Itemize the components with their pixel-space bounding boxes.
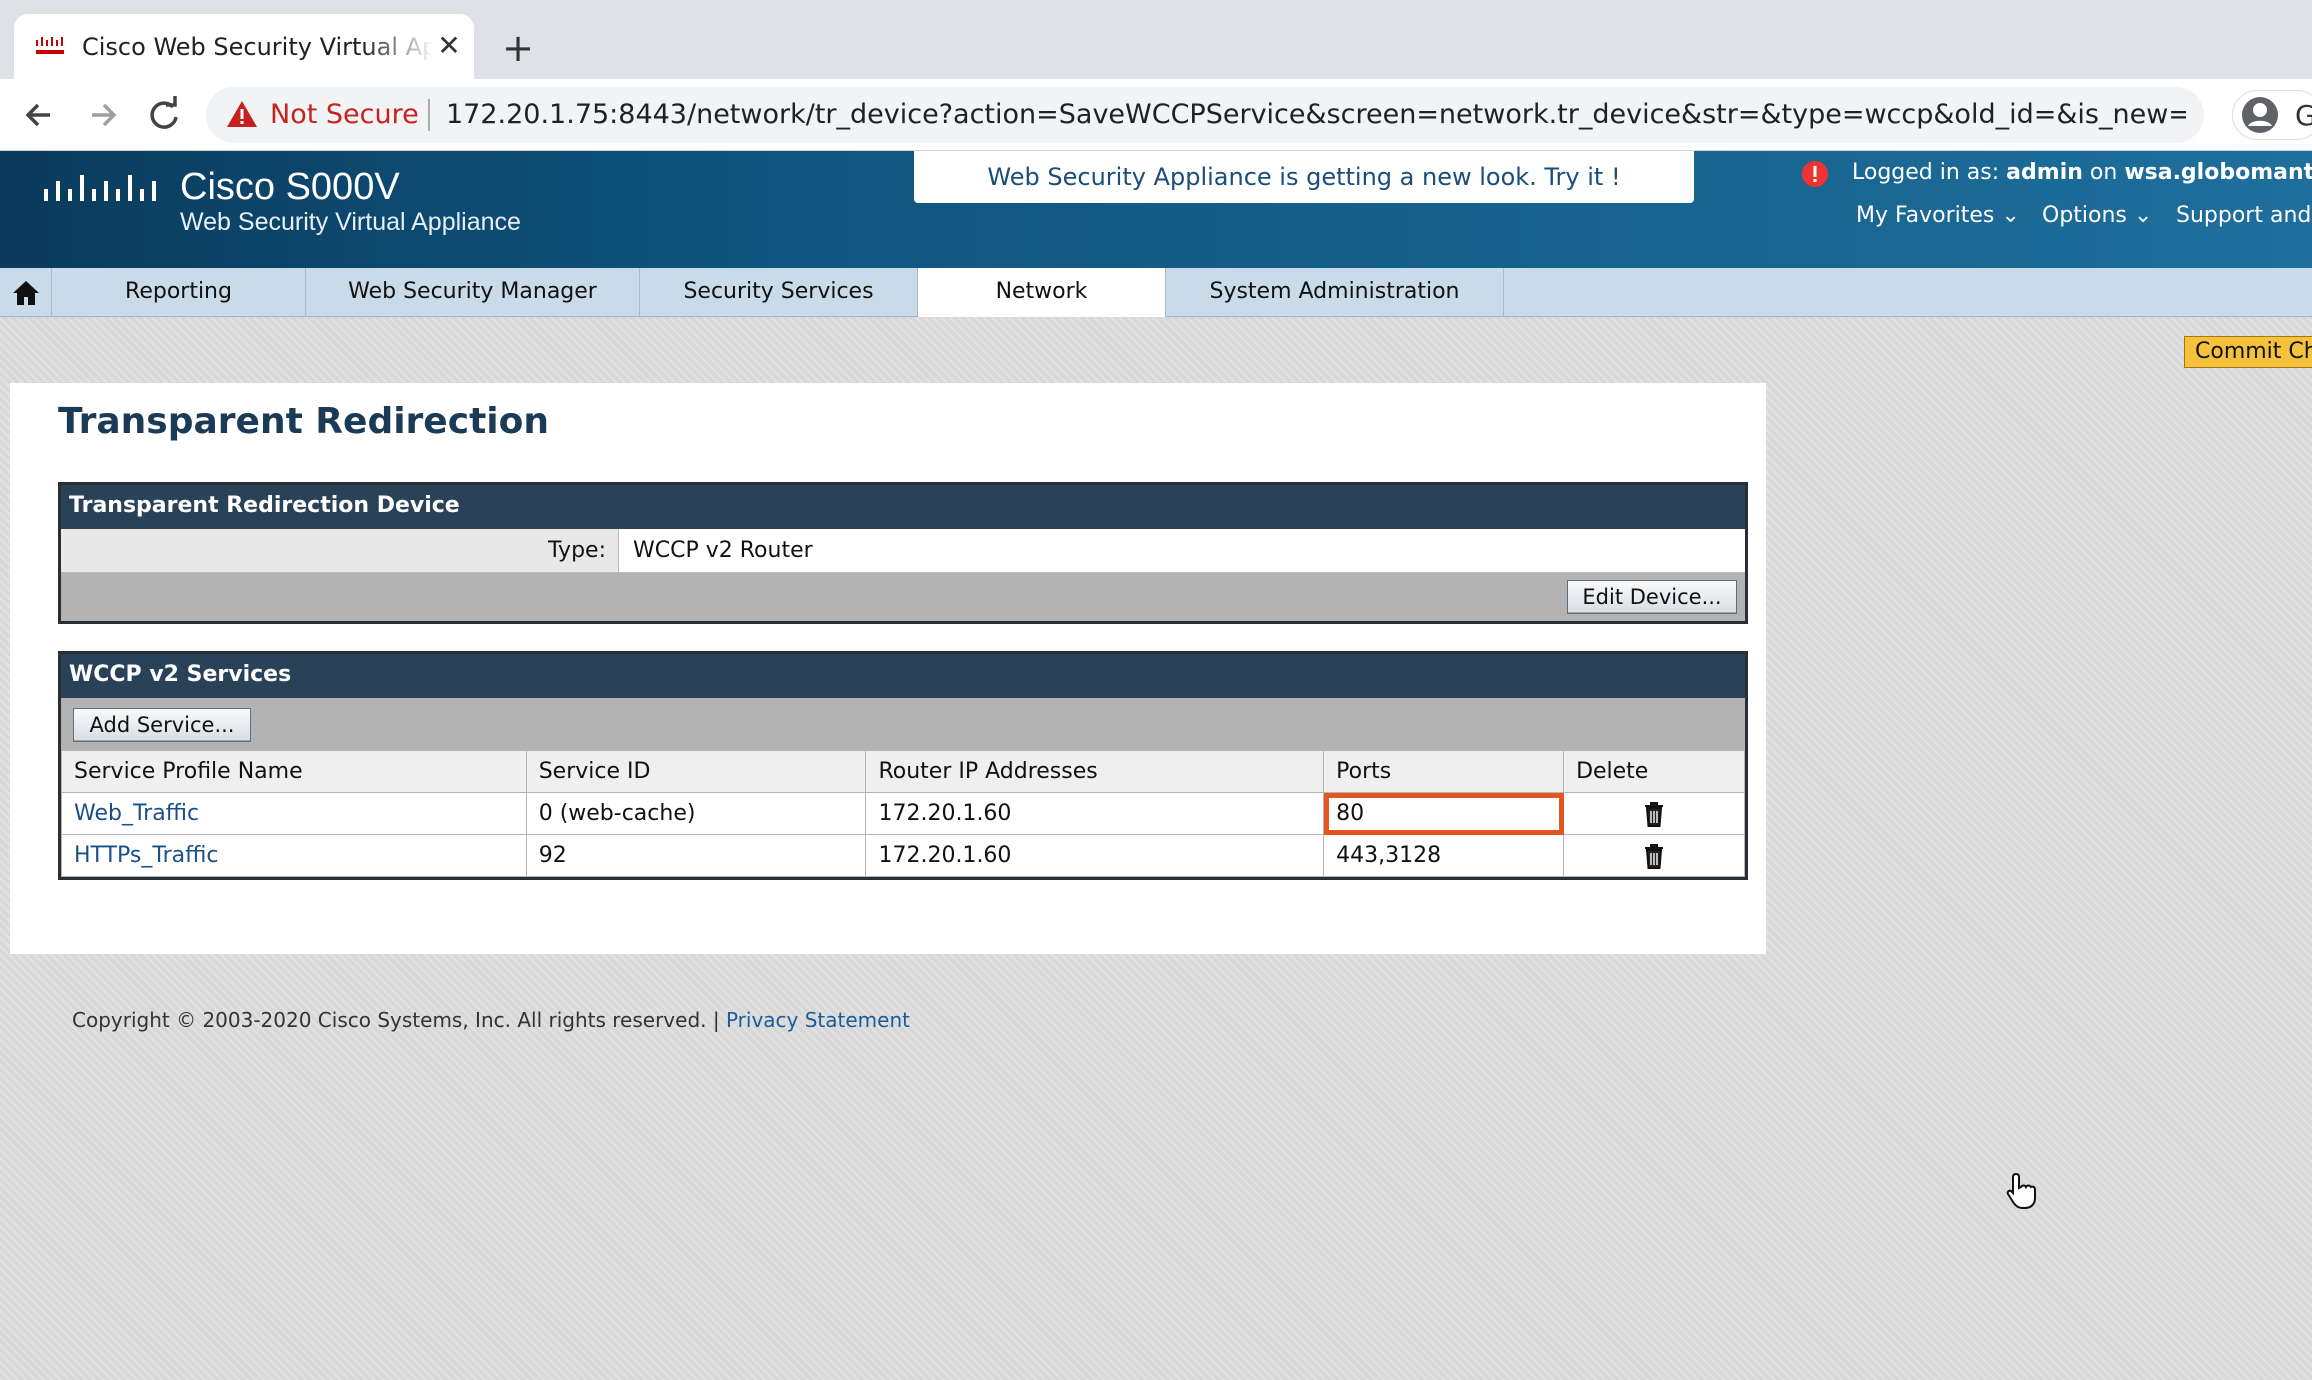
address-bar[interactable]: Not Secure 172.20.1.75:8443/network/tr_d… [206, 87, 2204, 143]
ports-cell: 443,3128 [1323, 834, 1565, 877]
close-tab-icon[interactable]: ✕ [432, 28, 466, 64]
delete-cell [1563, 792, 1745, 835]
tab-network[interactable]: Network [918, 268, 1166, 318]
router-ip-cell: 172.20.1.60 [865, 792, 1325, 835]
copyright-text: Copyright © 2003-2020 Cisco Systems, Inc… [72, 1008, 720, 1032]
wccp-services-heading: WCCP v2 Services [61, 654, 1745, 698]
options-label: Options [2042, 203, 2127, 228]
product-subtitle: Web Security Virtual Appliance [180, 208, 521, 236]
home-icon [13, 281, 39, 305]
wccp-services-section: WCCP v2 Services Add Service... Service … [58, 651, 1748, 880]
column-header-service-id: Service ID [525, 750, 867, 793]
warning-triangle-icon [227, 101, 257, 127]
tab-system-administration[interactable]: System Administration [1166, 268, 1504, 316]
tab-title: Cisco Web Security Virtual Appliance [82, 33, 434, 61]
trash-icon[interactable] [1643, 801, 1665, 827]
column-header-delete: Delete [1563, 750, 1745, 793]
account-icon [2242, 97, 2278, 133]
device-section-heading: Transparent Redirection Device [61, 485, 1745, 529]
browser-tab[interactable]: Cisco Web Security Virtual Appliance ✕ [14, 14, 474, 79]
router-ip-cell: 172.20.1.60 [865, 834, 1325, 877]
column-header-router-ip: Router IP Addresses [865, 750, 1325, 793]
logged-in-status: Logged in as: admin on wsa.globomantic [1852, 157, 2312, 189]
device-section: Transparent Redirection Device Type: WCC… [58, 482, 1748, 624]
browser-tab-strip: Cisco Web Security Virtual Appliance ✕ + [0, 0, 2312, 79]
device-type-row: Type: WCCP v2 Router [61, 529, 1745, 573]
cisco-favicon-icon [36, 37, 64, 54]
table-row: HTTPs_Traffic 92 172.20.1.60 443,3128 [61, 834, 1745, 877]
type-value: WCCP v2 Router [633, 538, 813, 563]
logged-in-user: admin [2006, 160, 2083, 185]
column-header-name: Service Profile Name [61, 750, 527, 793]
wccp-services-toolbar: Add Service... [61, 698, 1745, 750]
ports-cell-highlighted: 80 [1323, 792, 1565, 835]
chevron-down-icon: ⌄ [2133, 203, 2153, 228]
trash-icon[interactable] [1643, 843, 1665, 869]
service-name-link[interactable]: Web_Traffic [74, 801, 199, 826]
service-name-cell: Web_Traffic [61, 792, 527, 835]
privacy-statement-link[interactable]: Privacy Statement [726, 1008, 910, 1032]
edit-device-button[interactable]: Edit Device... [1567, 580, 1737, 614]
app-header: Cisco S000V Web Security Virtual Applian… [0, 151, 2312, 268]
type-label: Type: [61, 529, 619, 572]
logged-in-prefix: Logged in as: [1852, 160, 2000, 185]
tab-security-services[interactable]: Security Services [640, 268, 918, 316]
logged-in-host: wsa.globomantic [2124, 160, 2312, 185]
my-favorites-menu[interactable]: My Favorites ⌄ [1856, 199, 2020, 233]
support-menu[interactable]: Support and [2176, 199, 2311, 233]
options-menu[interactable]: Options ⌄ [2042, 199, 2152, 233]
chevron-down-icon: ⌄ [2001, 203, 2020, 228]
tab-web-security-manager[interactable]: Web Security Manager [306, 268, 640, 316]
column-header-ports: Ports [1323, 750, 1565, 793]
service-name-link[interactable]: HTTPs_Traffic [74, 843, 218, 868]
my-favorites-label: My Favorites [1856, 203, 1995, 228]
main-nav: Reporting Web Security Manager Security … [0, 268, 2312, 318]
table-header-row: Service Profile Name Service ID Router I… [61, 750, 1745, 793]
back-arrow-icon[interactable] [18, 93, 62, 137]
commit-changes-button[interactable]: Commit Ch [2184, 336, 2312, 368]
delete-cell [1563, 834, 1745, 877]
service-name-cell: HTTPs_Traffic [61, 834, 527, 877]
add-service-button[interactable]: Add Service... [73, 708, 251, 742]
page-footer: Copyright © 2003-2020 Cisco Systems, Inc… [72, 1005, 910, 1035]
tab-reporting[interactable]: Reporting [52, 268, 306, 316]
profile-letter: G [2295, 99, 2312, 132]
hand-cursor-icon [2006, 1172, 2036, 1209]
profile-button[interactable]: G [2232, 90, 2312, 140]
logged-in-on: on [2089, 160, 2118, 185]
main-panel: Transparent Redirection Transparent Redi… [10, 383, 1766, 954]
browser-toolbar: Not Secure 172.20.1.75:8443/network/tr_d… [0, 79, 2312, 151]
cisco-logo-icon [44, 175, 156, 201]
alert-icon[interactable] [1800, 159, 1830, 189]
product-name: Cisco S000V [180, 166, 400, 208]
table-row: Web_Traffic 0 (web-cache) 172.20.1.60 80 [61, 792, 1745, 835]
not-secure-label[interactable]: Not Secure [270, 95, 419, 135]
service-id-cell: 0 (web-cache) [525, 792, 867, 835]
device-section-footer: Edit Device... [61, 573, 1745, 621]
service-id-cell: 92 [525, 834, 867, 877]
home-tab[interactable] [0, 268, 52, 316]
url-text[interactable]: 172.20.1.75:8443/network/tr_device?actio… [446, 95, 2186, 135]
page-title: Transparent Redirection [58, 401, 549, 442]
new-tab-button[interactable]: + [498, 28, 538, 68]
new-look-banner[interactable]: Web Security Appliance is getting a new … [914, 151, 1694, 203]
reload-icon[interactable] [142, 93, 186, 137]
services-table: Service Profile Name Service ID Router I… [61, 750, 1745, 877]
forward-arrow-icon[interactable] [80, 93, 124, 137]
address-separator [428, 99, 430, 131]
